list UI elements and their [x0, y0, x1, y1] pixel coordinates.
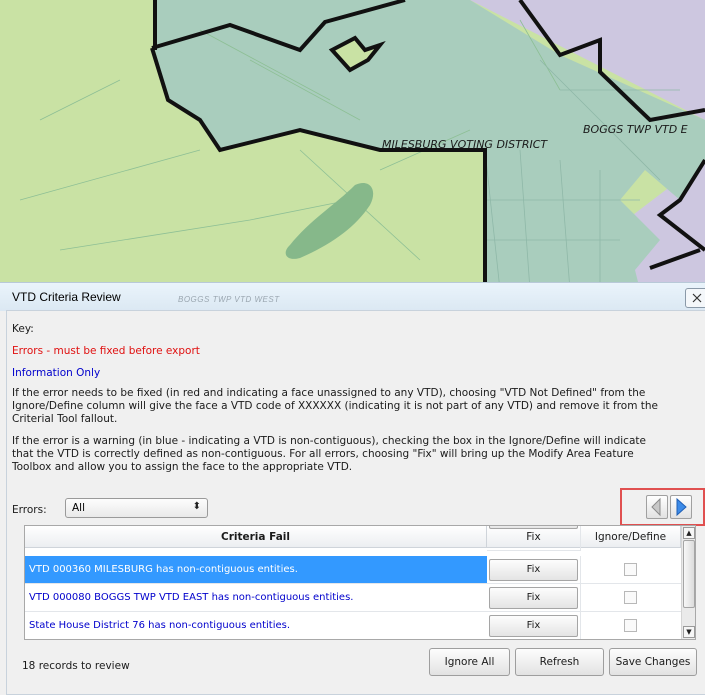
help-paragraph-1-line-1: If the error needs to be fixed (in red a…	[12, 387, 646, 399]
scroll-down-button[interactable]: ▼	[683, 626, 695, 638]
ignore-all-button[interactable]: Ignore All	[429, 648, 510, 676]
updown-arrow-icon: ⬍	[192, 501, 201, 512]
fix-button-partial[interactable]	[489, 526, 578, 529]
vtd-criteria-review-dialog: VTD Criteria Review BOGGS TWP VTD WEST K…	[0, 282, 705, 695]
help-paragraph-2-line-3: Toolbox and allow you to assign the face…	[12, 461, 353, 473]
scroll-up-button[interactable]: ▲	[683, 527, 695, 539]
errors-filter-select[interactable]: All ⬍	[65, 498, 208, 518]
table-vertical-scrollbar[interactable]: ▲ ▼	[681, 526, 695, 639]
map-view[interactable]: MILESBURG VOTING DISTRICT BOGGS TWP VTD …	[0, 0, 705, 291]
dialog-title: VTD Criteria Review	[12, 290, 121, 304]
ignore-define-checkbox[interactable]	[624, 563, 637, 576]
fix-cell: Fix	[487, 584, 581, 612]
fix-cell: Fix	[487, 556, 581, 584]
info-key-text: Information Only	[12, 367, 101, 379]
criteria-text[interactable]: VTD 000080 BOGGS TWP VTD EAST has non-co…	[25, 584, 487, 612]
records-count: 18 records to review	[22, 660, 130, 672]
dialog-titlebar[interactable]: VTD Criteria Review BOGGS TWP VTD WEST	[0, 283, 705, 311]
next-button[interactable]	[670, 495, 692, 519]
ignore-define-checkbox[interactable]	[624, 619, 637, 632]
help-paragraph-1-line-2: Ignore/Define column will give the face …	[12, 400, 659, 412]
key-label: Key:	[12, 323, 34, 335]
save-changes-button[interactable]: Save Changes	[609, 648, 697, 676]
criteria-table: Criteria Fail Fix Ignore/Define VTD 0003…	[24, 525, 696, 640]
map-label-milesburg: MILESBURG VOTING DISTRICT	[382, 138, 548, 151]
close-icon	[692, 293, 702, 303]
ignore-define-checkbox[interactable]	[624, 591, 637, 604]
errors-filter-value: All	[72, 502, 86, 514]
help-paragraph-1-line-3: Criterial Tool fallout.	[12, 413, 118, 425]
help-paragraph-2-line-2: that the VTD is correctly defined as non…	[12, 448, 634, 460]
scroll-thumb[interactable]	[683, 540, 695, 608]
fix-button[interactable]: Fix	[489, 615, 578, 637]
refresh-button[interactable]: Refresh	[515, 648, 604, 676]
errors-key-text: Errors - must be fixed before export	[12, 345, 200, 357]
table-row[interactable]: State House District 76 has non-contiguo…	[25, 612, 681, 639]
table-row[interactable]: VTD 000080 BOGGS TWP VTD EAST has non-co…	[25, 584, 681, 612]
fix-button[interactable]: Fix	[489, 559, 578, 581]
fix-cell: Fix	[487, 612, 581, 639]
ignore-define-cell	[581, 612, 681, 639]
fix-cell	[487, 526, 581, 551]
criteria-text[interactable]: VTD 000360 MILESBURG has non-contiguous …	[25, 556, 487, 584]
table-row[interactable]: VTD 000360 MILESBURG has non-contiguous …	[25, 556, 681, 584]
help-paragraph-2-line-1: If the error is a warning (in blue - ind…	[12, 435, 646, 447]
criteria-text[interactable]: State House District 76 has non-contiguo…	[25, 612, 487, 639]
triangle-left-icon	[651, 497, 661, 517]
ignore-define-cell	[581, 556, 681, 584]
map-label-boggs: BOGGS TWP VTD E	[583, 123, 688, 136]
close-button[interactable]	[685, 288, 705, 308]
fix-button[interactable]: Fix	[489, 587, 578, 609]
ghost-map-label: BOGGS TWP VTD WEST	[178, 295, 280, 304]
errors-filter-label: Errors:	[12, 504, 47, 516]
triangle-right-icon	[676, 497, 687, 517]
previous-button[interactable]	[646, 495, 668, 519]
ignore-define-cell	[581, 584, 681, 612]
table-row-partial	[25, 526, 681, 551]
map-canvas	[0, 0, 705, 291]
